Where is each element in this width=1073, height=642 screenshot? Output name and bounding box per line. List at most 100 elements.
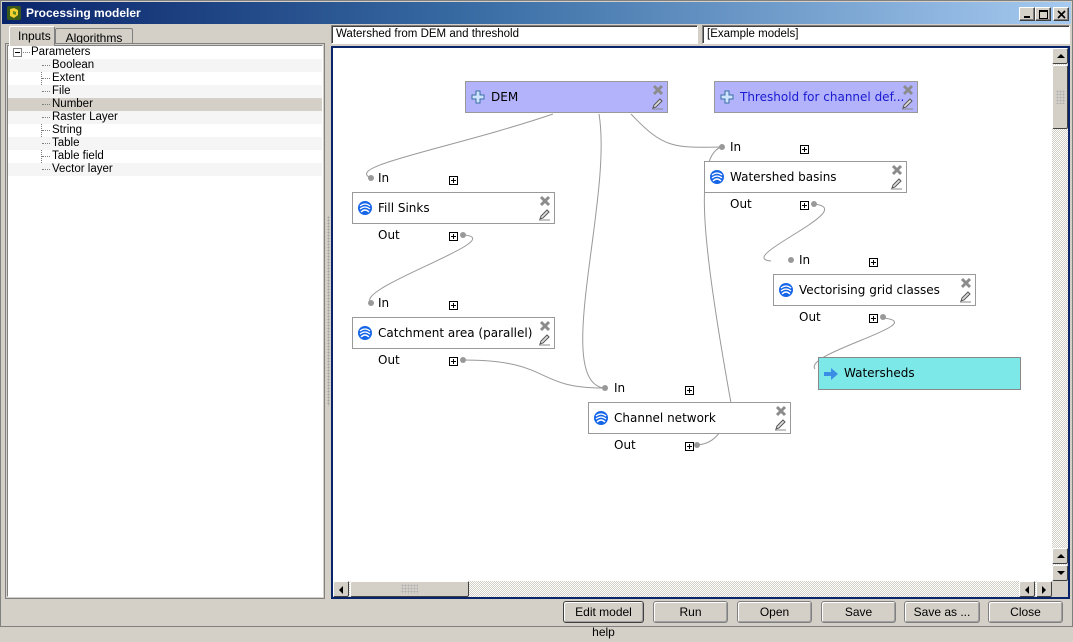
scroll-left-small-button[interactable] xyxy=(1019,581,1035,597)
algorithm-node-channel-network[interactable]: Channel network xyxy=(588,402,791,434)
window-title: Processing modeler xyxy=(26,6,141,20)
arrow-up-icon xyxy=(1057,54,1065,58)
save-as-button[interactable]: Save as ... xyxy=(904,601,980,623)
maximize-button[interactable] xyxy=(1035,7,1051,21)
parameter-node-threshold[interactable]: Threshold for channel def... xyxy=(714,81,918,113)
expand-inputs-icon[interactable] xyxy=(800,145,809,154)
expand-outputs-icon[interactable] xyxy=(449,232,458,241)
open-button[interactable]: Open xyxy=(737,601,812,623)
edit-pencil-icon[interactable] xyxy=(538,333,551,346)
arrow-up-icon xyxy=(1057,554,1065,558)
inputs-tree[interactable]: Parameters Boolean Extent File Number Ra… xyxy=(7,45,323,597)
delete-icon[interactable] xyxy=(652,84,664,96)
link-dem-basins xyxy=(630,113,722,148)
tree-item-vector-layer[interactable]: Vector layer xyxy=(8,163,322,176)
expand-outputs-icon[interactable] xyxy=(800,201,809,210)
delete-icon[interactable] xyxy=(902,84,914,96)
link-dem-channel xyxy=(582,113,604,389)
tree-item-table-field[interactable]: Table field xyxy=(8,150,322,163)
collapse-icon[interactable] xyxy=(13,48,22,57)
delete-icon[interactable] xyxy=(891,164,903,176)
port-in-fillsinks xyxy=(368,175,374,181)
output-node-watersheds[interactable]: Watersheds xyxy=(818,357,1021,390)
delete-icon[interactable] xyxy=(539,320,551,332)
expand-inputs-icon[interactable] xyxy=(449,301,458,310)
processing-modeler-window: Processing modeler Inputs Algorithms Par… xyxy=(0,0,1073,639)
expand-inputs-icon[interactable] xyxy=(869,258,878,267)
expand-inputs-icon[interactable] xyxy=(449,176,458,185)
port-in-label: In xyxy=(730,140,742,154)
port-out-vectorising xyxy=(880,314,886,320)
port-out-label: Out xyxy=(378,353,400,367)
edit-pencil-icon[interactable] xyxy=(890,177,903,190)
saga-algorithm-icon xyxy=(594,411,608,425)
edit-pencil-icon[interactable] xyxy=(651,97,664,110)
delete-icon[interactable] xyxy=(775,405,787,417)
scroll-right-button[interactable] xyxy=(1036,581,1052,597)
tree-item-string[interactable]: String xyxy=(8,124,322,137)
edit-pencil-icon[interactable] xyxy=(538,208,551,221)
model-name-input[interactable]: Watershed from DEM and threshold xyxy=(331,25,698,44)
scroll-left-button[interactable] xyxy=(333,581,349,597)
parameter-node-dem[interactable]: DEM xyxy=(465,81,668,113)
port-out-label: Out xyxy=(614,438,636,452)
connection-links xyxy=(366,113,895,448)
arrow-right-output-icon xyxy=(824,368,838,380)
edit-model-help-button[interactable]: Edit model help xyxy=(563,601,644,639)
port-out-label: Out xyxy=(378,228,400,242)
algorithm-node-watershed-basins[interactable]: Watershed basins xyxy=(704,161,907,193)
tree-item-raster-layer[interactable]: Raster Layer xyxy=(8,111,322,124)
tree-item-number[interactable]: Number xyxy=(8,98,322,111)
plus-parameter-icon xyxy=(720,90,734,104)
port-in-label: In xyxy=(378,171,390,185)
maximize-icon xyxy=(1039,10,1048,19)
tree-item-boolean[interactable]: Boolean xyxy=(8,59,322,72)
algorithm-node-vectorising[interactable]: Vectorising grid classes xyxy=(773,274,976,306)
algorithm-node-fill-sinks[interactable]: Fill Sinks xyxy=(352,192,555,224)
close-window-button[interactable] xyxy=(1053,7,1069,21)
edit-pencil-icon[interactable] xyxy=(774,418,787,431)
vertical-scrollbar[interactable] xyxy=(1052,48,1068,581)
delete-icon[interactable] xyxy=(539,195,551,207)
model-group-input[interactable]: [Example models] xyxy=(702,25,1070,44)
tree-item-extent[interactable]: Extent xyxy=(8,72,322,85)
arrow-left-icon xyxy=(1025,586,1029,594)
link-fillsinks-catchment xyxy=(369,234,474,304)
plus-parameter-icon xyxy=(471,90,485,104)
saga-algorithm-icon xyxy=(358,201,372,215)
tab-inputs[interactable]: Inputs xyxy=(9,26,55,46)
link-dem-fillsinks xyxy=(366,113,554,179)
saga-algorithm-icon xyxy=(710,170,724,184)
panel-splitter[interactable] xyxy=(327,216,330,406)
port-out-catchment xyxy=(460,357,466,363)
port-in-label: In xyxy=(614,381,626,395)
horizontal-scroll-thumb[interactable] xyxy=(350,581,469,597)
scroll-up-button[interactable] xyxy=(1052,48,1068,64)
expand-outputs-icon[interactable] xyxy=(685,442,694,451)
edit-pencil-icon[interactable] xyxy=(901,97,914,110)
horizontal-scrollbar[interactable] xyxy=(333,581,1052,597)
expand-inputs-icon[interactable] xyxy=(685,386,694,395)
title-bar[interactable]: Processing modeler xyxy=(2,2,1071,24)
delete-icon[interactable] xyxy=(960,277,972,289)
model-canvas[interactable]: DEM Threshold for channel def... In Fill… xyxy=(333,48,1052,581)
arrow-down-icon xyxy=(1057,571,1065,575)
run-button[interactable]: Run xyxy=(653,601,728,623)
tree-root-parameters[interactable]: Parameters xyxy=(8,46,322,59)
close-button[interactable]: Close xyxy=(988,601,1063,623)
expand-outputs-icon[interactable] xyxy=(449,357,458,366)
tree-item-file[interactable]: File xyxy=(8,85,322,98)
tree-item-table[interactable]: Table xyxy=(8,137,322,150)
scroll-down-button[interactable] xyxy=(1052,565,1068,581)
minimize-button[interactable] xyxy=(1019,7,1035,21)
scroll-up-small-button[interactable] xyxy=(1052,548,1068,564)
vertical-scroll-thumb[interactable] xyxy=(1052,65,1068,129)
port-in-label: In xyxy=(799,253,811,267)
edit-pencil-icon[interactable] xyxy=(959,290,972,303)
algorithm-node-catchment-area[interactable]: Catchment area (parallel) xyxy=(352,317,555,349)
save-button[interactable]: Save xyxy=(821,601,896,623)
model-canvas-frame: DEM Threshold for channel def... In Fill… xyxy=(331,46,1070,599)
port-out-basins xyxy=(811,201,817,207)
expand-outputs-icon[interactable] xyxy=(869,314,878,323)
qgis-logo-icon xyxy=(7,6,21,20)
